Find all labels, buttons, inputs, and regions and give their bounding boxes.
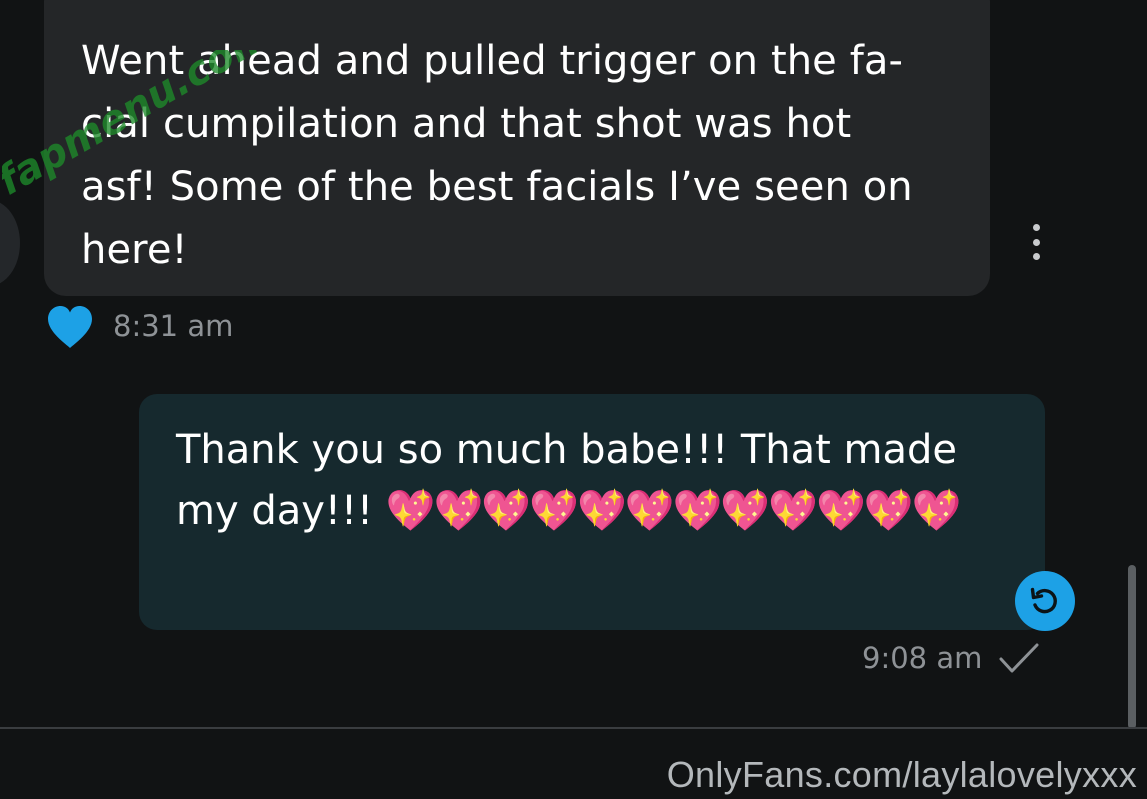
undo-button[interactable] [1015,571,1075,631]
more-vertical-icon[interactable] [1025,224,1047,260]
sparkling-heart-emojis: 💖💖💖💖💖💖💖💖💖💖💖💖 [385,488,962,534]
scrollbar-thumb[interactable] [1128,565,1136,729]
divider [0,727,1147,729]
checkmark-icon [999,643,1039,673]
chat-screen: Went ahead and pulled trigger on the fa-… [0,0,1147,799]
avatar[interactable] [0,200,20,286]
outgoing-message-bubble[interactable]: Thank you so much babe!!! That made my d… [139,394,1045,630]
undo-icon [1030,587,1057,614]
incoming-message-bubble[interactable]: Went ahead and pulled trigger on the fa-… [44,0,990,296]
menu-dot [1032,224,1040,231]
source-caption: OnlyFans.com/laylalovelyxxx [666,754,1137,795]
menu-dot [1032,253,1040,260]
incoming-timestamp: 8:31 am [113,309,234,343]
menu-dot [1032,238,1040,246]
outgoing-timestamp: 9:08 am [862,641,983,675]
incoming-message-text: Went ahead and pulled trigger on the fa-… [81,38,913,273]
heart-icon[interactable] [46,304,94,350]
outgoing-message-text: Thank you so much babe!!! That made my d… [176,420,1005,542]
